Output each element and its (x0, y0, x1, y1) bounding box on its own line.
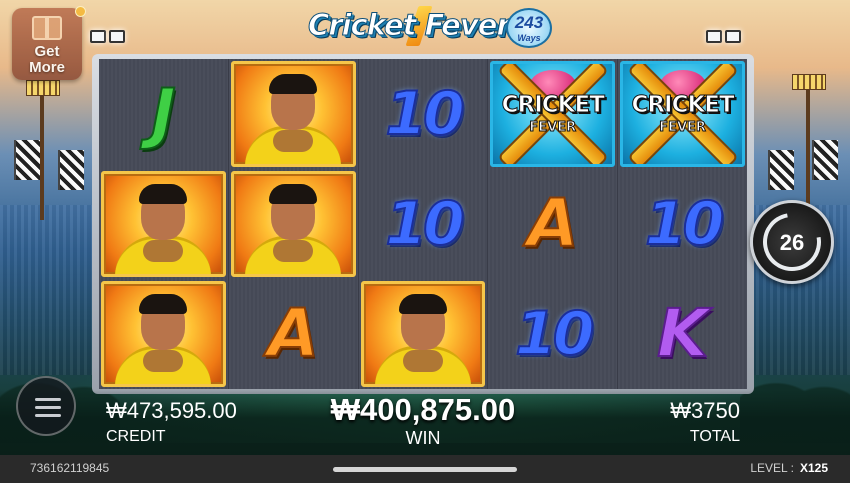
reel-cell: J (99, 59, 228, 169)
wild-text-line2: FEVER (529, 120, 577, 136)
credit-value: ₩473,595.00 (106, 398, 237, 423)
ways-count: 243 (514, 13, 544, 32)
get-more-label: Get More (29, 43, 65, 76)
checkered-flag-right (768, 150, 794, 190)
checkered-flag-right-2 (812, 140, 838, 180)
session-id: 736162119845 (30, 461, 110, 475)
reel-5: CRICKET FEVER 10 K (618, 59, 747, 389)
symbol-j: J (150, 75, 177, 152)
gift-icon (32, 16, 62, 40)
level-label: LEVEL : (750, 461, 794, 475)
reel-4: CRICKET FEVER A 10 (488, 59, 619, 389)
home-indicator[interactable] (333, 467, 517, 472)
hamburger-icon (35, 398, 61, 401)
reel-cell: 10 (359, 169, 488, 279)
stadium-lights-left (90, 30, 130, 50)
ways-label: Ways (517, 33, 541, 43)
menu-button[interactable] (16, 376, 76, 436)
reel-cell: A (488, 169, 617, 279)
reel-3: 10 10 (358, 59, 489, 389)
player-symbol (101, 281, 226, 387)
reel-cell: CRICKET FEVER (488, 59, 617, 169)
reel-2: A (228, 59, 359, 389)
reel-cell (229, 59, 358, 169)
checkered-flag-left-2 (58, 150, 84, 190)
notification-dot (75, 6, 86, 17)
stadium-lights-right (706, 30, 746, 50)
cricket-fever-wild-symbol: CRICKET FEVER (620, 61, 745, 167)
reel-cell: CRICKET FEVER (618, 59, 747, 169)
floodlight-tower-left (26, 80, 60, 220)
ways-badge: 243 Ways (506, 8, 552, 48)
wild-text-line1: CRICKET (501, 92, 605, 119)
symbol-a: A (267, 295, 320, 372)
reel-frame: J A 10 10 CRICKET FEVER A 10 CRICKET FEVER 10 K (92, 54, 754, 394)
level-value: X125 (799, 461, 828, 475)
checkered-flag-left (14, 140, 40, 180)
logo-name: Cricket Fever (308, 8, 512, 43)
wild-text-line2: FEVER (659, 120, 707, 136)
total-bet-label: TOTAL (689, 428, 740, 445)
symbol-10: 10 (514, 299, 595, 369)
symbol-10: 10 (384, 79, 465, 149)
reel-cell: 10 (359, 59, 488, 169)
game-logo: Cricket Fever 243 Ways (308, 6, 552, 58)
player-symbol (360, 281, 486, 387)
reel-cell (99, 169, 228, 279)
reel-cell (359, 279, 488, 389)
player-symbol (230, 171, 356, 277)
reel-cell (229, 169, 358, 279)
spin-button[interactable]: 26 (750, 200, 834, 284)
reel-cell: 10 (488, 279, 617, 389)
win-label: WIN (405, 428, 441, 448)
credit-label: CREDIT (106, 428, 166, 445)
wild-text-line1: CRICKET (631, 92, 735, 119)
reel-grid: J A 10 10 CRICKET FEVER A 10 CRICKET FEVER 10 K (99, 59, 747, 389)
get-more-button[interactable]: Get More (12, 6, 86, 80)
symbol-10: 10 (644, 189, 725, 259)
player-symbol (101, 171, 226, 277)
reel-cell: K (618, 279, 747, 389)
reel-cell: 10 (618, 169, 747, 279)
reel-cell (99, 279, 228, 389)
free-spins-count: 26 (779, 230, 805, 255)
win-value: ₩400,875.00 (330, 392, 516, 427)
reel-1: J (99, 59, 229, 389)
level-indicator: LEVEL : X125 (750, 461, 828, 475)
symbol-k: K (656, 295, 709, 372)
floodlight-tower-right (792, 74, 826, 214)
symbol-10: 10 (384, 189, 465, 259)
symbol-a: A (526, 185, 579, 262)
cricket-fever-wild-symbol: CRICKET FEVER (490, 61, 616, 167)
game-stage: Get More Cricket Fever 243 Ways J A 10 10 CR… (0, 0, 850, 483)
reel-cell: A (229, 279, 358, 389)
player-symbol (230, 61, 356, 167)
total-bet-value[interactable]: ₩3750 (640, 398, 740, 424)
